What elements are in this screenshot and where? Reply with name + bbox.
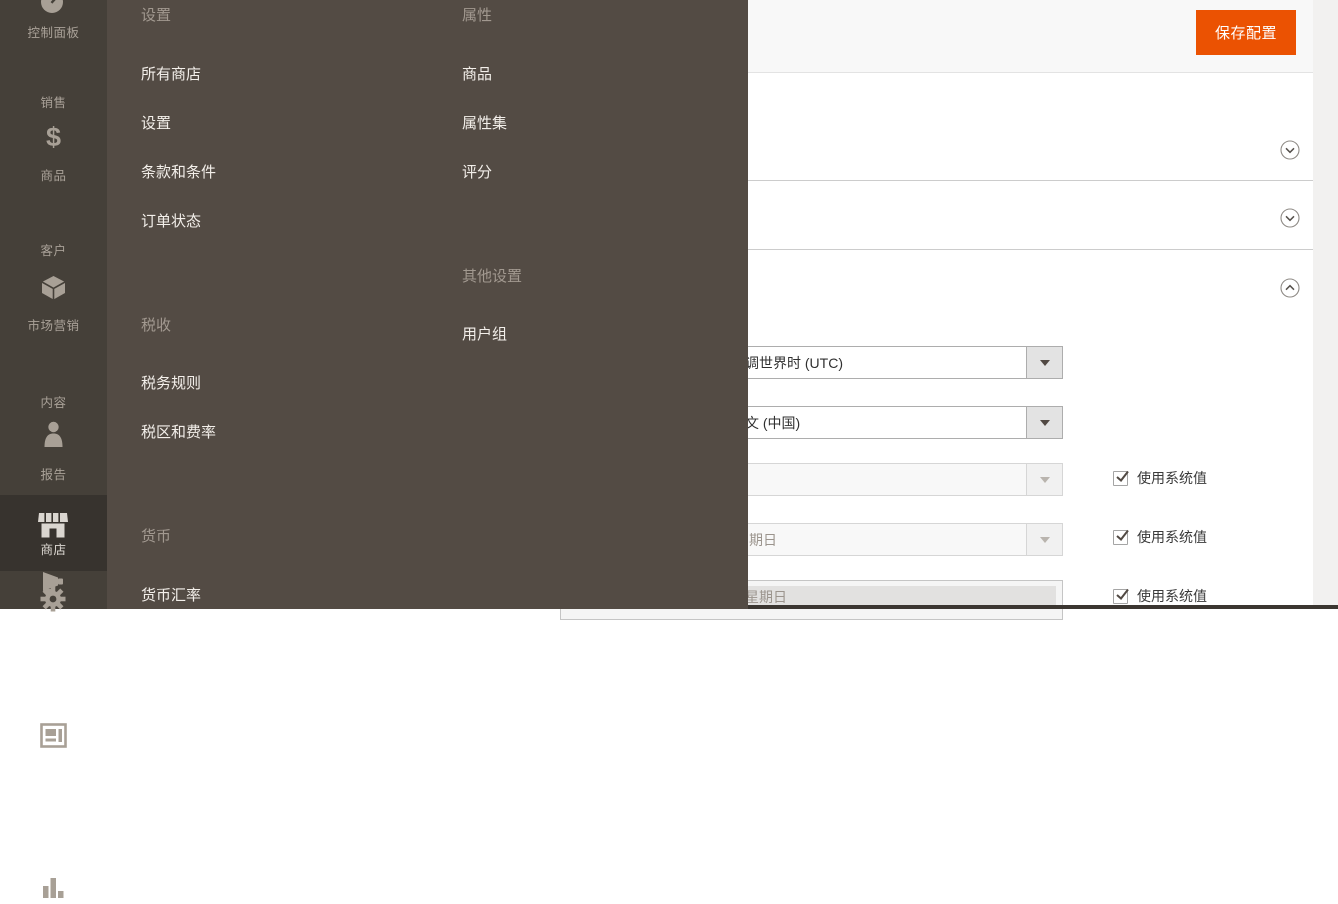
- use-system-value-label: 使用系统值: [1137, 588, 1207, 604]
- use-system-value-checkbox[interactable]: [1113, 470, 1129, 486]
- scrollbar[interactable]: [1313, 0, 1338, 609]
- gear-icon: [39, 585, 67, 618]
- reports-icon: [42, 875, 65, 904]
- flyout-item-product[interactable]: 商品: [462, 64, 492, 86]
- flyout-item-order-status[interactable]: 订单状态: [141, 211, 201, 233]
- use-system-value-checkbox[interactable]: [1113, 529, 1129, 545]
- use-system-value-label: 使用系统值: [1137, 529, 1207, 545]
- flyout-item-tax-rules[interactable]: 税务规则: [141, 373, 201, 395]
- sidebar-item-stores[interactable]: 商店: [0, 495, 107, 571]
- flyout-item-currency-rates[interactable]: 货币汇率: [141, 585, 201, 607]
- flyout-section-title-currency: 货币: [141, 528, 172, 545]
- flyout-item-tax-zones-and-rates[interactable]: 税区和费率: [141, 422, 216, 444]
- chevron-down-icon[interactable]: [1280, 208, 1300, 228]
- dropdown-arrow-icon[interactable]: [1026, 347, 1062, 378]
- use-system-value-row: 使用系统值: [1113, 588, 1207, 604]
- use-system-value-label: 使用系统值: [1137, 470, 1207, 486]
- chevron-up-icon[interactable]: [1280, 278, 1300, 298]
- flyout-item-terms-and-conditions[interactable]: 条款和条件: [141, 162, 216, 184]
- flyout-item-configuration[interactable]: 设置: [141, 113, 171, 135]
- flyout-item-all-stores[interactable]: 所有商店: [141, 64, 201, 86]
- dropdown-arrow-icon[interactable]: [1026, 464, 1062, 495]
- sidebar-item-marketing[interactable]: 市场营销: [0, 285, 107, 597]
- sidebar-item-products[interactable]: 商品: [0, 135, 107, 300]
- admin-sidebar: 控制面板 $ 销售 商品 客户 市场营销 内容 报告 商店: [0, 0, 107, 898]
- dropdown-arrow-icon[interactable]: [1026, 524, 1062, 555]
- sidebar-item-customers[interactable]: 客户: [0, 210, 107, 447]
- dashboard-icon: [39, 0, 65, 20]
- sidebar-item-sales[interactable]: $ 销售: [0, 60, 107, 152]
- flyout-item-rating[interactable]: 评分: [462, 162, 492, 184]
- flyout-section-title-settings: 设置: [141, 7, 172, 24]
- use-system-value-row: 使用系统值: [1113, 529, 1207, 545]
- chevron-down-icon[interactable]: [1280, 140, 1300, 160]
- save-config-button[interactable]: 保存配置: [1196, 10, 1296, 55]
- dropdown-arrow-icon[interactable]: [1026, 407, 1062, 438]
- flyout-section-title-other-settings: 其他设置: [462, 268, 523, 285]
- use-system-value-row: 使用系统值: [1113, 470, 1207, 486]
- flyout-section-title-taxes: 税收: [141, 317, 172, 334]
- sidebar-item-content[interactable]: 内容: [0, 360, 107, 748]
- sidebar-item-reports[interactable]: 报告: [0, 436, 107, 898]
- content-icon: [40, 723, 67, 754]
- sidebar-item-system[interactable]: [0, 578, 107, 612]
- use-system-value-checkbox[interactable]: [1113, 588, 1129, 604]
- flyout-section-title-attributes: 属性: [462, 7, 493, 24]
- flyout-item-customer-groups[interactable]: 用户组: [462, 324, 507, 346]
- stores-flyout-menu: 设置 所有商店 设置 条款和条件 订单状态 税收 税务规则 税区和费率 货币 货…: [107, 0, 748, 609]
- flyout-item-attribute-set[interactable]: 属性集: [462, 113, 507, 135]
- sidebar-item-dashboard[interactable]: 控制面板: [0, 0, 107, 58]
